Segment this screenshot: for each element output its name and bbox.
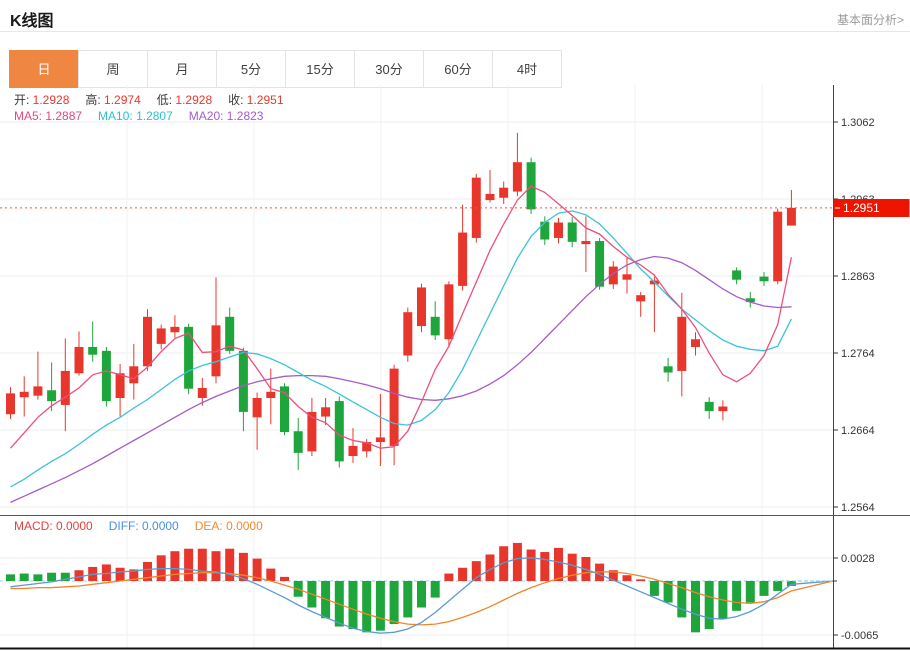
svg-text:1.3062: 1.3062 <box>841 117 875 129</box>
ohlc-readout: 开: 1.2928 高: 1.2974 低: 1.2928 收: 1.2951 <box>14 91 300 108</box>
ma-ma5: MA5: 1.2887 <box>14 109 82 123</box>
ohlc-open: 开: 1.2928 <box>14 93 69 107</box>
svg-text:-0.0065: -0.0065 <box>841 630 878 642</box>
macd-diff: DIFF: 0.0000 <box>109 519 179 533</box>
svg-text:0.0028: 0.0028 <box>841 553 875 565</box>
ohlc-high: 高: 1.2974 <box>85 93 140 107</box>
ma-readout: MA5: 1.2887 MA10: 1.2807 MA20: 1.2823 <box>14 109 279 123</box>
macd-dea: DEA: 0.0000 <box>195 519 263 533</box>
current-price-tag: 1.2951 <box>834 199 910 217</box>
svg-text:1.2863: 1.2863 <box>841 271 875 283</box>
svg-text:1.2764: 1.2764 <box>841 348 875 360</box>
gridlines <box>0 85 833 648</box>
ma-ma20: MA20: 1.2823 <box>189 109 264 123</box>
ohlc-low: 低: 1.2928 <box>157 93 212 107</box>
macd-macd: MACD: 0.0000 <box>14 519 93 533</box>
ma-ma10: MA10: 1.2807 <box>98 109 173 123</box>
svg-text:1.2951: 1.2951 <box>843 201 880 215</box>
ma10-line <box>11 211 792 487</box>
macd-histogram <box>6 543 796 632</box>
ma5-line <box>11 186 792 448</box>
price-axis-labels: 1.30621.29631.28631.27641.26641.25640.00… <box>833 117 878 642</box>
kline-page: K线图 基本面分析> 日周月5分15分30分60分4时 1.30621.2963… <box>0 0 910 652</box>
svg-text:1.2664: 1.2664 <box>841 425 875 437</box>
ma20-line <box>11 257 792 503</box>
ohlc-close: 收: 1.2951 <box>228 93 283 107</box>
svg-text:1.2564: 1.2564 <box>841 502 875 514</box>
macd-readout: MACD: 0.0000 DIFF: 0.0000 DEA: 0.0000 <box>14 519 279 533</box>
candlestick-layer <box>6 133 796 470</box>
